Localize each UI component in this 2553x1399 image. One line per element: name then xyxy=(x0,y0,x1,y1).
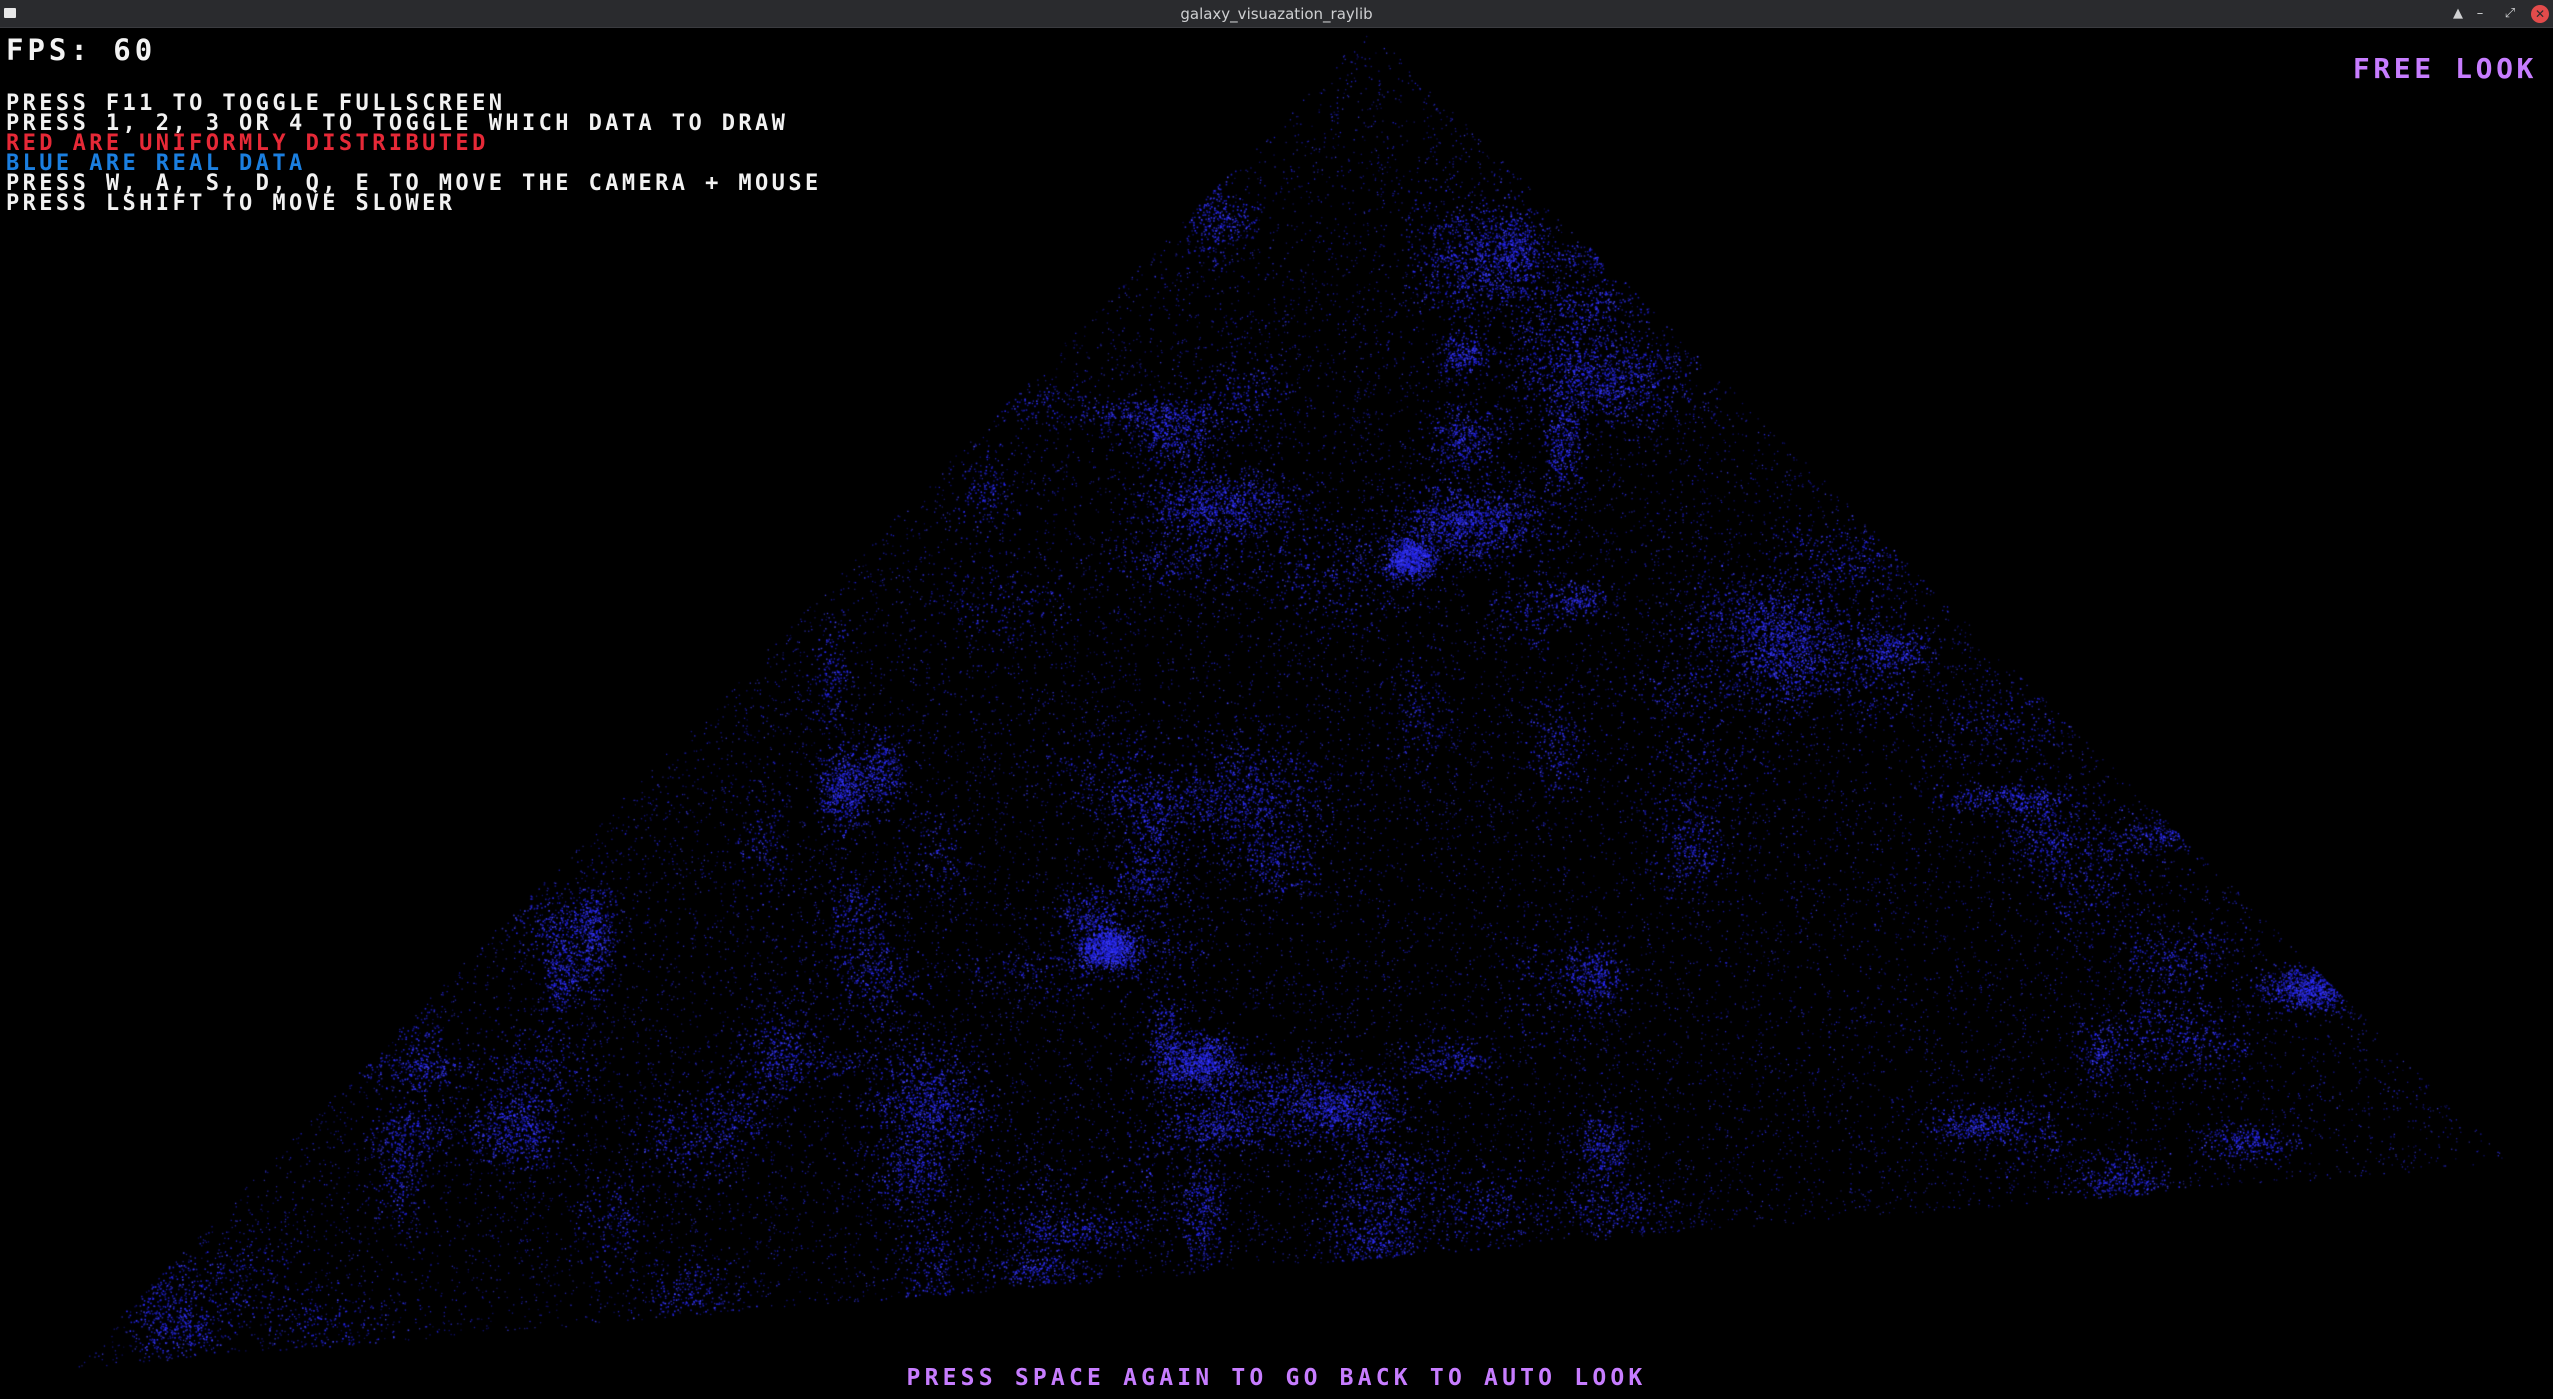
app-window: galaxy_visuazation_raylib ▲ – ⤢ ✕ FPS: 6… xyxy=(0,0,2553,1399)
camera-mode-label: FREE LOOK xyxy=(2352,52,2537,85)
maximize-button[interactable]: ⤢ xyxy=(2501,5,2519,23)
auto-look-hint: PRESS SPACE AGAIN TO GO BACK TO AUTO LOO… xyxy=(906,1365,1647,1391)
close-button[interactable]: ✕ xyxy=(2531,5,2549,23)
window-titlebar[interactable]: galaxy_visuazation_raylib ▲ – ⤢ ✕ xyxy=(0,0,2553,28)
keep-above-icon[interactable]: ▲ xyxy=(2449,5,2467,23)
minimize-button[interactable]: – xyxy=(2471,5,2489,23)
window-title: galaxy_visuazation_raylib xyxy=(1180,5,1373,23)
galaxy-point-cloud[interactable] xyxy=(0,28,2553,1399)
instruction-line-slower: PRESS LSHIFT TO MOVE SLOWER xyxy=(6,191,456,216)
fps-counter: FPS: 60 xyxy=(6,33,157,67)
render-viewport[interactable]: FPS: 60 PRESS F11 TO TOGGLE FULLSCREEN P… xyxy=(0,28,2553,1399)
